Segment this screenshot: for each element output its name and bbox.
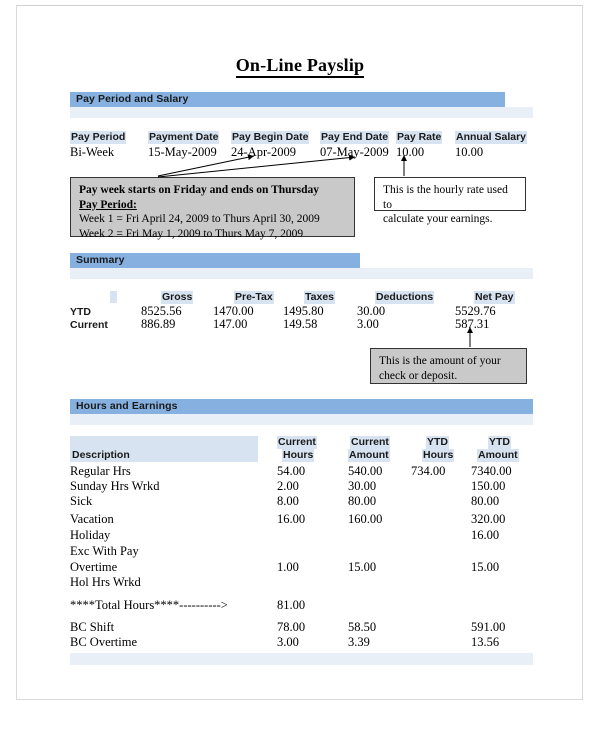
- summary-ytd-deductions: 30.00: [357, 304, 386, 318]
- table-cell-current-amount: 540.00: [348, 464, 383, 478]
- table-cell-ytd-amount: 80.00: [471, 494, 500, 508]
- section-header-summary: Summary: [70, 253, 360, 268]
- table-row-description: Holiday: [70, 528, 111, 542]
- col-header-taxes: Taxes: [304, 291, 335, 304]
- summary-current-deductions: 3.00: [357, 317, 379, 331]
- summary-row-label-ytd: YTD: [70, 306, 91, 318]
- callout-pay-week-line2: Pay Period:: [79, 198, 137, 211]
- value-pay-period: Bi-Week: [70, 145, 115, 159]
- callout-hourly-rate-line2: calculate your earnings.: [383, 213, 493, 225]
- table-cell-ytd-amount: 13.56: [471, 635, 500, 649]
- col-header-current-amount-line2: Amount: [348, 449, 390, 462]
- table-row-description: Hol Hrs Wrkd: [70, 575, 141, 589]
- summary-current-pre-tax: 147.00: [213, 317, 248, 331]
- table-cell-current-amount: 3.39: [348, 635, 370, 649]
- table-cell-current-hours: 2.00: [277, 479, 299, 493]
- summary-row-label-current: Current: [70, 319, 108, 331]
- col-header-current-amount-line1: Current: [350, 436, 390, 449]
- total-hours-value: 81.00: [277, 598, 306, 612]
- col-header-pay-rate: Pay Rate: [396, 131, 443, 144]
- table-cell-current-hours: 16.00: [277, 512, 306, 526]
- col-header-ytd-hours-line2: Hours: [422, 449, 455, 462]
- col-header-ytd-hours-line1: YTD: [426, 436, 449, 449]
- col-header-current-hours-line1: Current: [277, 436, 317, 449]
- callout-pay-week: Pay week starts on Friday and ends on Th…: [70, 177, 355, 240]
- table-row-description: Vacation: [70, 512, 114, 526]
- callout-net-pay-line2: check or deposit.: [379, 369, 458, 382]
- table-cell-ytd-amount: 591.00: [471, 620, 506, 634]
- table-cell-current-hours: 1.00: [277, 560, 299, 574]
- col-header-annual-salary: Annual Salary: [455, 131, 528, 144]
- table-cell-current-hours: 3.00: [277, 635, 299, 649]
- callout-net-pay: This is the amount of your check or depo…: [370, 348, 527, 384]
- table-row-description: Sunday Hrs Wrkd: [70, 479, 160, 493]
- table-cell-ytd-amount: 150.00: [471, 479, 506, 493]
- value-payment-date: 15-May-2009: [148, 145, 217, 159]
- table-row-description: Overtime: [70, 560, 118, 574]
- callout-hourly-rate-line1: This is the hourly rate used to: [383, 184, 508, 211]
- col-header-net-pay: Net Pay: [474, 291, 515, 304]
- section-subband-pay-period: [70, 107, 533, 118]
- table-cell-ytd-amount: 16.00: [471, 528, 500, 542]
- section-subband-summary: [70, 268, 533, 279]
- summary-current-gross: 886.89: [141, 317, 176, 331]
- table-row-description: Regular Hrs: [70, 464, 131, 478]
- payslip-page: On-Line Payslip Pay Period and Salary Pa…: [0, 0, 600, 730]
- table-cell-current-amount: 15.00: [348, 560, 377, 574]
- callout-hourly-rate: This is the hourly rate used to calculat…: [374, 177, 526, 225]
- footer-subband: [70, 653, 533, 665]
- section-header-pay-period-label: Pay Period and Salary: [76, 93, 189, 105]
- col-header-pre-tax: Pre-Tax: [234, 291, 274, 304]
- table-cell-ytd-amount: 7340.00: [471, 464, 512, 478]
- section-header-hours-earnings-label: Hours and Earnings: [76, 400, 178, 412]
- value-pay-end-date: 07-May-2009: [320, 145, 389, 159]
- col-header-ytd-amount-line2: Amount: [477, 449, 519, 462]
- table-row-description: Sick: [70, 494, 93, 508]
- col-header-deductions: Deductions: [375, 291, 435, 304]
- col-header-pay-period: Pay Period: [70, 131, 127, 144]
- table-row-description: BC Overtime: [70, 635, 138, 649]
- section-header-pay-period: Pay Period and Salary: [70, 92, 505, 107]
- summary-current-taxes: 149.58: [283, 317, 318, 331]
- col-header-gross: Gross: [161, 291, 194, 304]
- summary-ytd-pre-tax: 1470.00: [213, 304, 254, 318]
- page-title-text: On-Line Payslip: [235, 55, 365, 78]
- summary-ytd-taxes: 1495.80: [283, 304, 324, 318]
- table-cell-current-amount: 30.00: [348, 479, 377, 493]
- col-header-ytd-amount-line1: YTD: [488, 436, 511, 449]
- table-cell-current-amount: 58.50: [348, 620, 377, 634]
- page-title: On-Line Payslip: [0, 55, 600, 78]
- total-hours-label: ****Total Hours****---------->: [70, 598, 228, 612]
- value-annual-salary: 10.00: [455, 145, 484, 159]
- value-pay-rate: 10.00: [396, 145, 425, 159]
- table-cell-current-hours: 78.00: [277, 620, 306, 634]
- callout-net-pay-line1: This is the amount of your: [379, 355, 501, 367]
- table-cell-current-amount: 80.00: [348, 494, 377, 508]
- col-header-pay-begin-date: Pay Begin Date: [231, 131, 310, 144]
- table-cell-ytd-amount: 15.00: [471, 560, 500, 574]
- summary-ytd-net-pay: 5529.76: [455, 304, 496, 318]
- table-cell-current-amount: 160.00: [348, 512, 383, 526]
- section-header-hours-earnings: Hours and Earnings: [70, 399, 533, 414]
- section-header-summary-label: Summary: [76, 254, 125, 266]
- col-header-current-hours-line2: Hours: [282, 449, 315, 462]
- summary-current-net-pay: 587.31: [455, 317, 490, 331]
- table-cell-current-hours: 54.00: [277, 464, 306, 478]
- table-cell-ytd-hours: 734.00: [411, 464, 446, 478]
- callout-pay-week-line4: Week 2 = Fri May 1, 2009 to Thurs May 7,…: [79, 227, 304, 240]
- summary-header-blank-cell: [110, 291, 117, 303]
- summary-ytd-gross: 8525.56: [141, 304, 182, 318]
- table-cell-current-hours: 8.00: [277, 494, 299, 508]
- table-row-description: BC Shift: [70, 620, 115, 634]
- col-header-description: Description: [72, 449, 130, 461]
- section-subband-hours-earnings: [70, 414, 533, 425]
- table-row-description: Exc With Pay: [70, 544, 139, 558]
- callout-pay-week-line3: Week 1 = Fri April 24, 2009 to Thurs Apr…: [79, 213, 320, 225]
- col-header-pay-end-date: Pay End Date: [320, 131, 390, 144]
- col-header-payment-date: Payment Date: [148, 131, 220, 144]
- table-cell-ytd-amount: 320.00: [471, 512, 506, 526]
- value-pay-begin-date: 24-Apr-2009: [231, 145, 297, 159]
- callout-pay-week-line1: Pay week starts on Friday and ends on Th…: [79, 184, 320, 196]
